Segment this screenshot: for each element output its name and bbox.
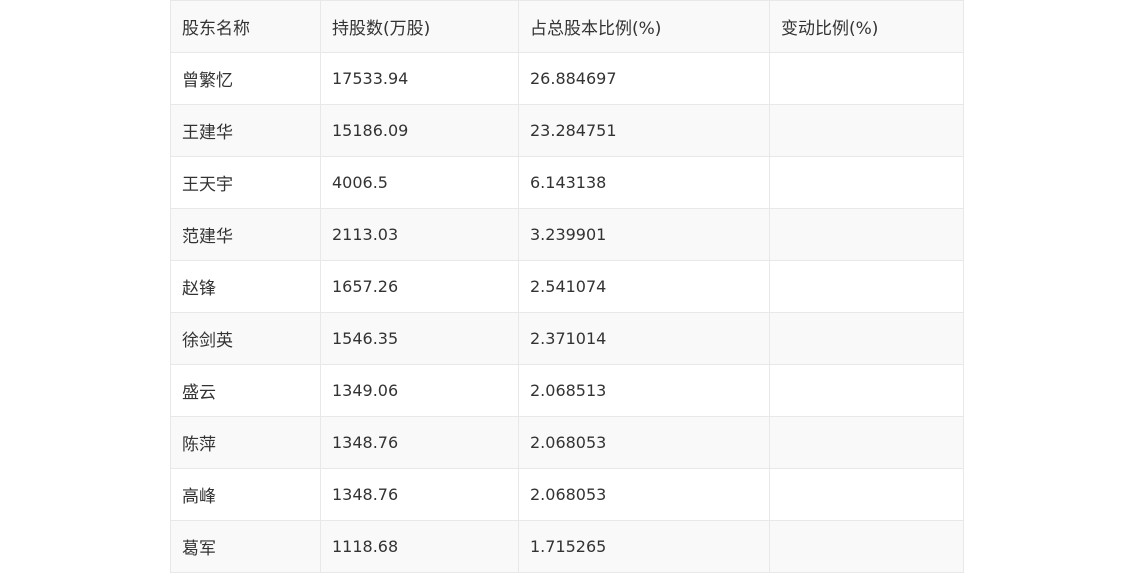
- cell-shares-held: 1349.06: [320, 364, 519, 417]
- header-shares-held: 持股数(万股): [320, 0, 519, 53]
- table-row: 高峰 1348.76 2.068053: [170, 468, 964, 521]
- cell-share-ratio: 6.143138: [518, 156, 770, 209]
- table-row: 葛军 1118.68 1.715265: [170, 520, 964, 573]
- cell-share-ratio: 2.541074: [518, 260, 770, 313]
- cell-shares-held: 1546.35: [320, 312, 519, 365]
- cell-shareholder-name: 盛云: [170, 364, 321, 417]
- cell-share-ratio: 26.884697: [518, 52, 770, 105]
- cell-shareholder-name: 徐剑英: [170, 312, 321, 365]
- cell-change-ratio: [769, 104, 964, 157]
- cell-change-ratio: [769, 312, 964, 365]
- cell-shareholder-name: 陈萍: [170, 416, 321, 469]
- cell-shareholder-name: 范建华: [170, 208, 321, 261]
- table-row: 王建华 15186.09 23.284751: [170, 104, 964, 157]
- cell-shareholder-name: 王天宇: [170, 156, 321, 209]
- table-header-row: 股东名称 持股数(万股) 占总股本比例(%) 变动比例(%): [170, 0, 964, 53]
- table-row: 王天宇 4006.5 6.143138: [170, 156, 964, 209]
- cell-shareholder-name: 曾繁忆: [170, 52, 321, 105]
- cell-shareholder-name: 葛军: [170, 520, 321, 573]
- cell-shares-held: 1118.68: [320, 520, 519, 573]
- header-change-ratio: 变动比例(%): [769, 0, 964, 53]
- cell-shares-held: 4006.5: [320, 156, 519, 209]
- header-share-ratio: 占总股本比例(%): [518, 0, 770, 53]
- cell-change-ratio: [769, 208, 964, 261]
- table-row: 赵锋 1657.26 2.541074: [170, 260, 964, 313]
- cell-change-ratio: [769, 468, 964, 521]
- cell-shares-held: 17533.94: [320, 52, 519, 105]
- cell-shareholder-name: 高峰: [170, 468, 321, 521]
- cell-share-ratio: 2.371014: [518, 312, 770, 365]
- cell-share-ratio: 1.715265: [518, 520, 770, 573]
- cell-shares-held: 2113.03: [320, 208, 519, 261]
- cell-change-ratio: [769, 52, 964, 105]
- cell-change-ratio: [769, 364, 964, 417]
- cell-share-ratio: 2.068053: [518, 416, 770, 469]
- cell-shares-held: 1657.26: [320, 260, 519, 313]
- cell-change-ratio: [769, 520, 964, 573]
- cell-share-ratio: 2.068053: [518, 468, 770, 521]
- cell-shareholder-name: 赵锋: [170, 260, 321, 313]
- cell-change-ratio: [769, 156, 964, 209]
- cell-change-ratio: [769, 260, 964, 313]
- cell-share-ratio: 23.284751: [518, 104, 770, 157]
- cell-share-ratio: 3.239901: [518, 208, 770, 261]
- cell-shareholder-name: 王建华: [170, 104, 321, 157]
- cell-shares-held: 1348.76: [320, 468, 519, 521]
- table-row: 范建华 2113.03 3.239901: [170, 208, 964, 261]
- table-row: 徐剑英 1546.35 2.371014: [170, 312, 964, 365]
- table-row: 曾繁忆 17533.94 26.884697: [170, 52, 964, 105]
- table-row: 盛云 1349.06 2.068513: [170, 364, 964, 417]
- cell-change-ratio: [769, 416, 964, 469]
- cell-shares-held: 15186.09: [320, 104, 519, 157]
- shareholder-table: 股东名称 持股数(万股) 占总股本比例(%) 变动比例(%) 曾繁忆 17533…: [170, 0, 964, 573]
- table-row: 陈萍 1348.76 2.068053: [170, 416, 964, 469]
- shareholder-table-container: 股东名称 持股数(万股) 占总股本比例(%) 变动比例(%) 曾繁忆 17533…: [170, 0, 964, 573]
- cell-share-ratio: 2.068513: [518, 364, 770, 417]
- header-shareholder-name: 股东名称: [170, 0, 321, 53]
- cell-shares-held: 1348.76: [320, 416, 519, 469]
